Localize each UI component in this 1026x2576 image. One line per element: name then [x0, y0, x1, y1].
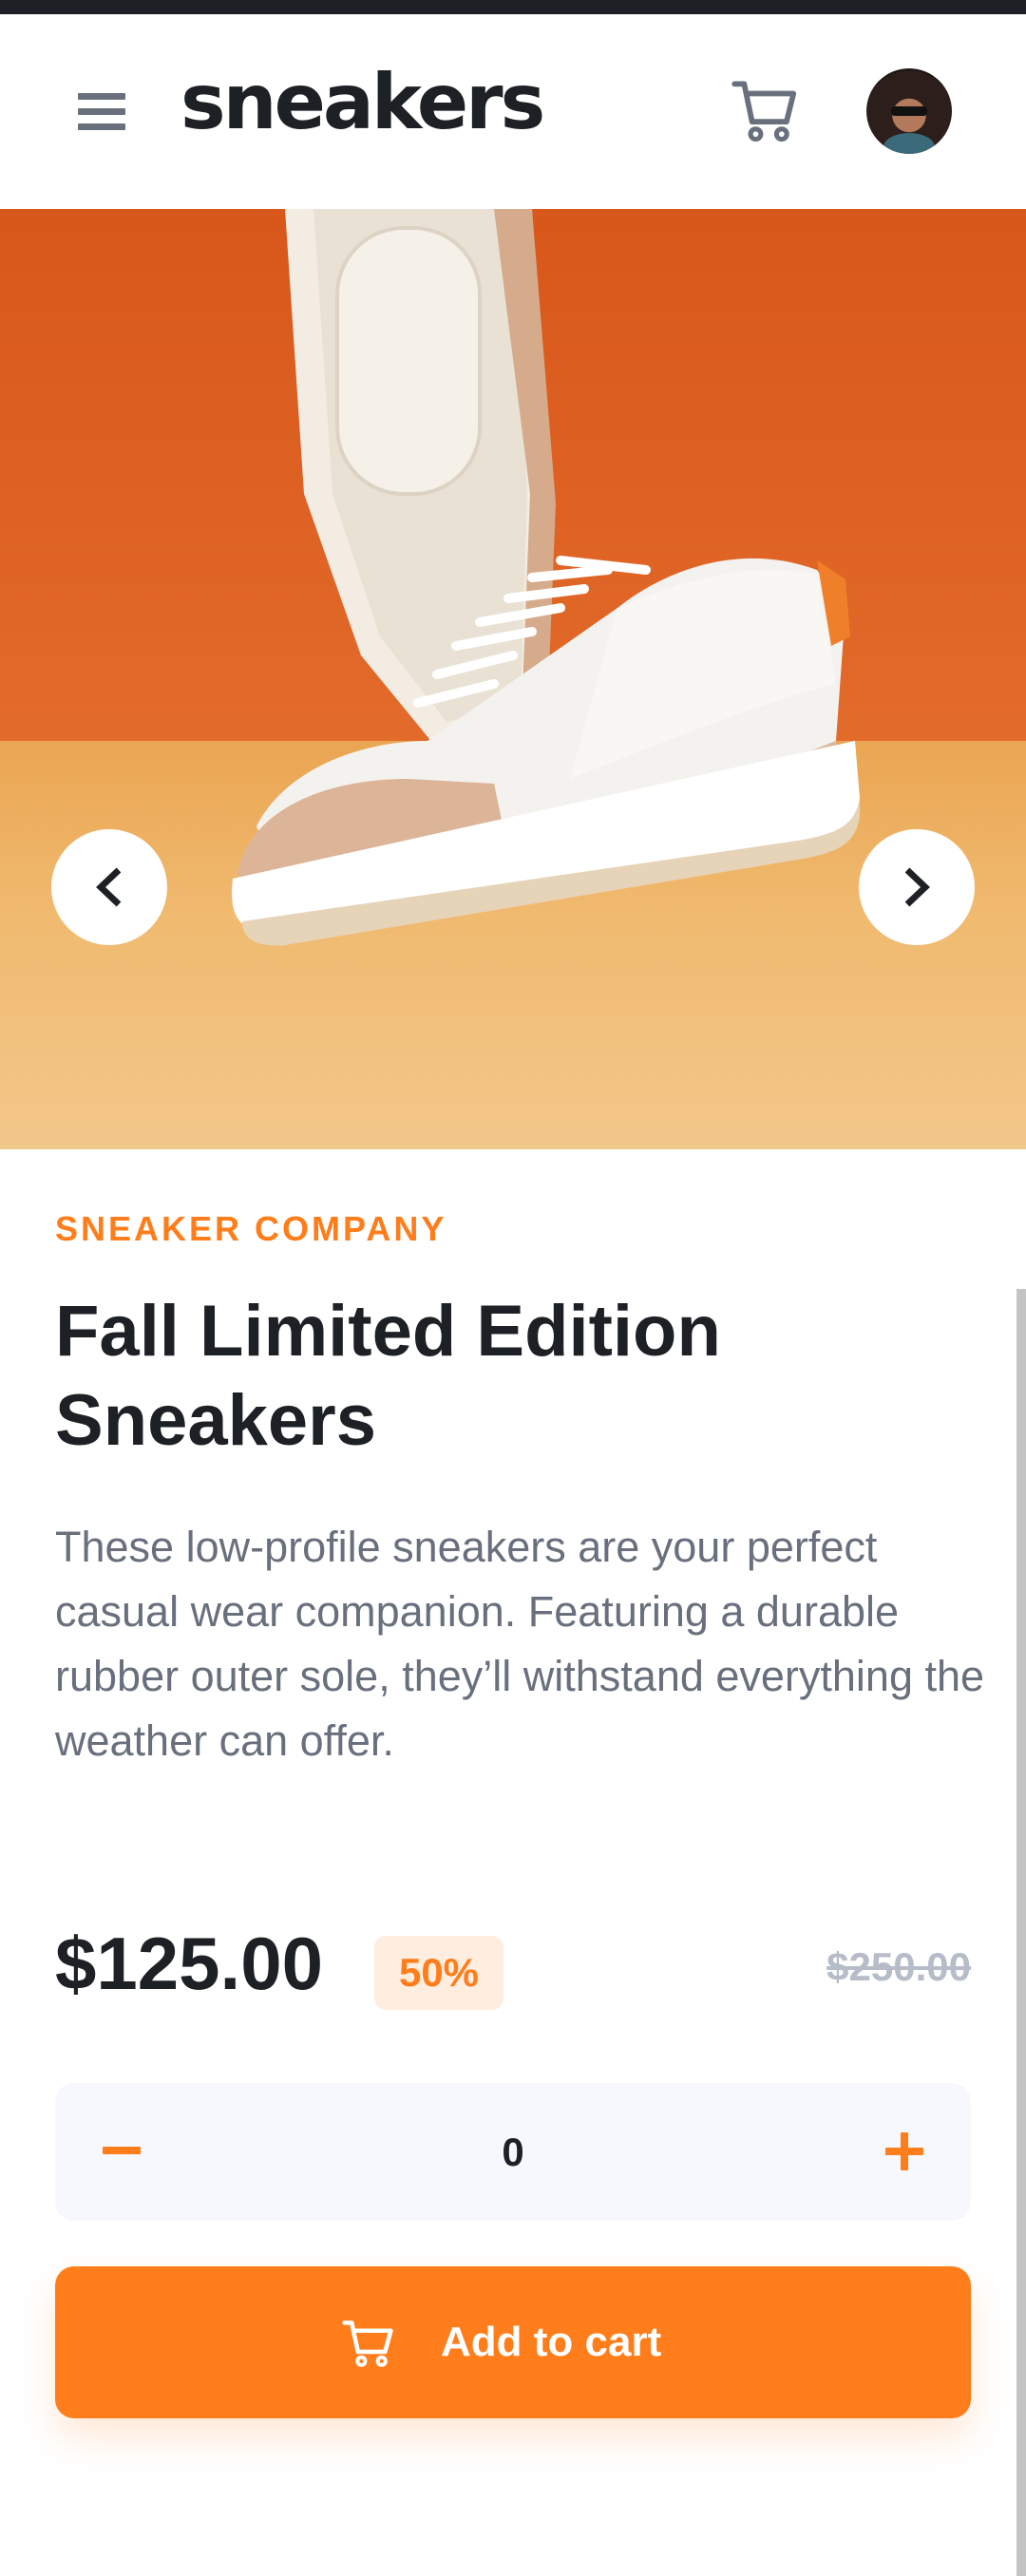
user-avatar[interactable] — [866, 68, 952, 154]
product-description: These low-profile sneakers are your perf… — [55, 1523, 985, 1765]
quantity-value[interactable]: 0 — [435, 2083, 591, 2221]
top-status-strip — [0, 0, 1026, 14]
site-header: sneakers — [0, 14, 1026, 209]
original-price: $250.00 — [826, 1944, 971, 1989]
decrease-quantity-button[interactable] — [55, 2083, 188, 2221]
logo[interactable]: sneakers — [180, 65, 545, 141]
avatar-glasses — [891, 106, 927, 116]
add-to-cart-label: Add to cart — [441, 2319, 662, 2365]
scrollbar[interactable] — [1016, 1289, 1026, 2576]
product-photo-sneakers — [232, 209, 860, 946]
minus-icon — [103, 2147, 141, 2154]
current-price: $125.00 — [55, 1922, 323, 2005]
quantity-stepper: 0 — [55, 2083, 971, 2221]
plus-icon — [885, 2132, 923, 2170]
discount-badge: 50% — [374, 1936, 504, 2010]
hamburger-menu-icon[interactable] — [78, 88, 125, 136]
cart-icon — [342, 2320, 393, 2367]
product-image-gallery — [0, 209, 1026, 1149]
product-title: Fall Limited Edition Sneakers — [55, 1291, 721, 1461]
chevron-left-icon — [96, 867, 122, 907]
previous-image-button[interactable] — [51, 829, 167, 945]
add-to-cart-button[interactable]: Add to cart — [55, 2266, 971, 2418]
avatar-shirt — [884, 133, 935, 154]
next-image-button[interactable] — [859, 829, 975, 945]
cart-icon[interactable] — [732, 78, 798, 144]
chevron-right-icon — [904, 867, 930, 907]
increase-quantity-button[interactable] — [838, 2083, 971, 2221]
company-name: SNEAKER COMPANY — [55, 1209, 447, 1248]
